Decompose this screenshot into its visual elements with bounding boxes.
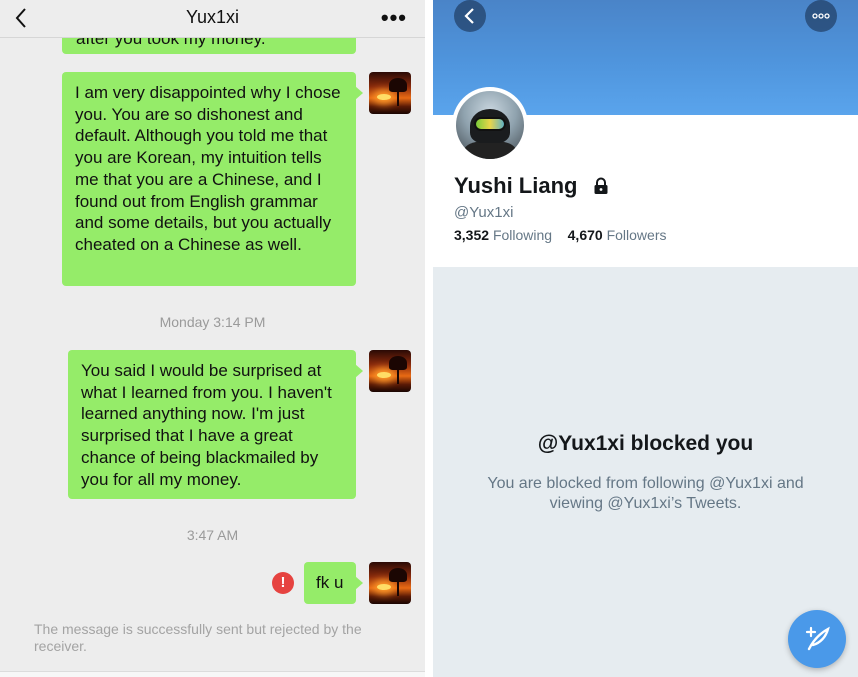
message-text: I am very disappointed why I chose you. … bbox=[75, 83, 341, 254]
compose-tweet-button[interactable] bbox=[788, 610, 846, 668]
message-text: You said I would be surprised at what I … bbox=[81, 361, 332, 489]
message-timestamp: Monday 3:14 PM bbox=[159, 314, 266, 330]
sender-avatar[interactable] bbox=[369, 562, 411, 604]
lock-icon bbox=[594, 177, 608, 194]
more-options-button[interactable] bbox=[805, 0, 837, 32]
chat-screen: after you took my money. Yux1xi ••• I am… bbox=[0, 0, 425, 677]
sender-avatar[interactable] bbox=[369, 72, 411, 114]
followers-count: 4,670 bbox=[567, 227, 603, 243]
send-failed-icon[interactable]: ! bbox=[272, 572, 294, 594]
blocked-title: @Yux1xi blocked you bbox=[537, 432, 754, 455]
input-bar[interactable] bbox=[0, 671, 425, 677]
message-text: fk u bbox=[316, 573, 344, 592]
system-notice: The message is successfully sent but rej… bbox=[34, 621, 362, 654]
message-bubble[interactable]: I am very disappointed why I chose you. … bbox=[62, 72, 363, 286]
blocked-description: You are blocked from following @Yux1xi a… bbox=[487, 475, 804, 512]
message-timestamp: 3:47 AM bbox=[186, 527, 239, 543]
message-bubble[interactable]: You said I would be surprised at what I … bbox=[68, 350, 363, 499]
following-link[interactable]: 3,352 Following bbox=[454, 227, 556, 243]
sender-avatar[interactable] bbox=[369, 350, 411, 392]
follow-stats: 3,352 Following 4,670 Followers bbox=[454, 227, 666, 243]
following-count: 3,352 bbox=[454, 227, 490, 243]
chat-title: Yux1xi bbox=[185, 7, 240, 27]
back-button[interactable] bbox=[454, 0, 486, 32]
compose-tweet-icon bbox=[805, 626, 830, 651]
chevron-left-icon bbox=[464, 8, 474, 24]
profile-avatar[interactable] bbox=[452, 87, 528, 163]
following-label: Following bbox=[492, 227, 553, 243]
more-options-button[interactable]: ••• bbox=[381, 5, 407, 31]
followers-link[interactable]: 4,670 Followers bbox=[568, 227, 667, 243]
more-dots-icon bbox=[812, 13, 830, 19]
chat-header: Yux1xi ••• bbox=[0, 0, 425, 38]
profile-handle: @Yux1xi bbox=[454, 204, 514, 221]
followers-label: Followers bbox=[606, 227, 667, 243]
message-bubble[interactable]: fk u bbox=[304, 562, 363, 604]
profile-name: Yushi Liang bbox=[454, 173, 578, 198]
profile-screen: Yushi Liang @Yux1xi 3,352 Following 4,67… bbox=[433, 0, 858, 677]
panel-divider bbox=[425, 0, 433, 677]
